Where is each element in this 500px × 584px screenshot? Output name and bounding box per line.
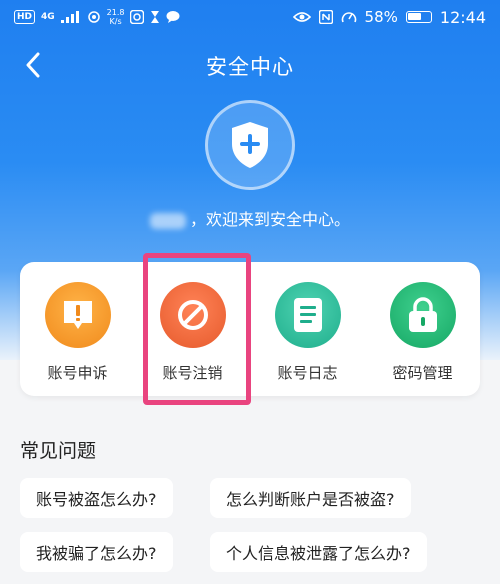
- chat-icon: [166, 11, 180, 23]
- battery-icon: [405, 11, 432, 23]
- password-management-button[interactable]: 密码管理: [373, 282, 473, 383]
- feature-label: 账号申诉: [47, 364, 108, 382]
- account-log-button[interactable]: 账号日志: [258, 282, 358, 383]
- page-title: 安全中心: [206, 55, 294, 79]
- battery-percent: 58%: [364, 8, 398, 26]
- account-cancellation-button[interactable]: 账号注销: [143, 282, 243, 383]
- feature-label: 账号日志: [277, 364, 338, 382]
- feature-icon-bg: [44, 282, 111, 348]
- signal-icon: [60, 11, 79, 23]
- feature-card: 账号申诉 账号注销 账号日志 密码管理: [20, 262, 480, 396]
- eye-icon: [292, 12, 311, 22]
- faq-item[interactable]: 我被骗了怎么办?: [20, 532, 173, 572]
- feature-label: 账号注销: [162, 364, 223, 382]
- feature-label: 密码管理: [392, 364, 453, 382]
- security-shield-badge: [205, 100, 295, 190]
- welcome-message: ，欢迎来到安全中心。: [0, 206, 500, 230]
- document-icon: [293, 298, 322, 332]
- hd-badge: HD: [14, 10, 36, 24]
- net-speed: 21.8 K/s: [106, 8, 125, 26]
- clock: 12:44: [439, 7, 486, 27]
- forbidden-icon: [177, 300, 208, 330]
- lock-icon: [408, 297, 437, 332]
- blurred-username: [149, 212, 186, 229]
- app-notification-icon: [130, 10, 145, 24]
- back-button[interactable]: [18, 50, 48, 80]
- account-appeal-button[interactable]: 账号申诉: [28, 282, 128, 383]
- app-header: 安全中心: [0, 44, 500, 88]
- faq-item[interactable]: 怎么判断账户是否被盗?: [210, 478, 411, 518]
- nfc-icon: [318, 10, 333, 24]
- feature-icon-bg: [159, 282, 226, 348]
- alert-icon: [63, 301, 92, 329]
- hotspot-icon: [87, 11, 100, 23]
- speed-meter-icon: [341, 12, 356, 23]
- status-bar: HD 4G 21.8 K/s 58% 12:44: [0, 0, 500, 34]
- feature-icon-bg: [389, 282, 456, 348]
- feature-icon-bg: [274, 282, 341, 348]
- shield-icon: [232, 122, 268, 168]
- faq-item[interactable]: 账号被盗怎么办?: [20, 478, 173, 518]
- faq-item[interactable]: 个人信息被泄露了怎么办?: [210, 532, 427, 572]
- chevron-left-icon: [26, 52, 40, 78]
- signal-label: 4G: [41, 12, 55, 22]
- faq-title: 常见问题: [20, 440, 97, 462]
- hourglass-icon: [151, 11, 160, 23]
